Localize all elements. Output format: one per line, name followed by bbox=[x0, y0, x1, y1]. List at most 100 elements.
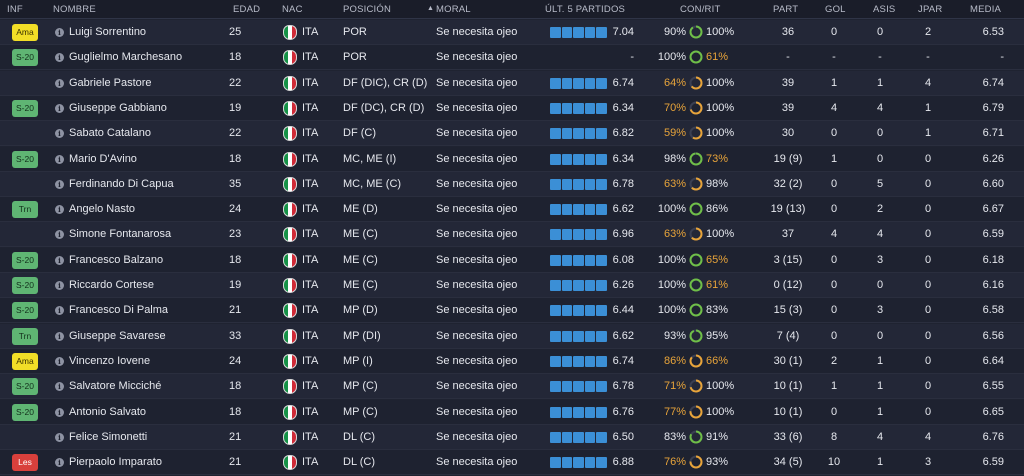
col-header-part[interactable]: PART bbox=[773, 4, 798, 15]
status-badge[interactable]: S-20 bbox=[12, 378, 38, 396]
status-badge[interactable]: S-20 bbox=[12, 277, 38, 294]
italy-flag-icon bbox=[283, 252, 297, 268]
status-badge[interactable]: S-20 bbox=[12, 251, 38, 269]
player-name[interactable]: Sabato Catalano bbox=[69, 121, 229, 146]
average-rating: 6.59 bbox=[982, 456, 1004, 469]
info-icon[interactable]: i bbox=[55, 103, 64, 113]
condition-ring-icon bbox=[689, 354, 703, 368]
player-name[interactable]: Simone Fontanarosa bbox=[69, 222, 229, 247]
col-header-jpar[interactable]: JPAR bbox=[918, 4, 942, 15]
table-row[interactable]: Ama i Vincenzo Iovene 24 ITA MP (I) Se necesit… bbox=[0, 348, 1024, 374]
info-icon[interactable]: i bbox=[55, 129, 64, 139]
assists: 3 bbox=[876, 253, 884, 266]
info-icon[interactable]: i bbox=[55, 458, 64, 468]
status-badge[interactable]: S-20 bbox=[12, 302, 38, 320]
player-name[interactable]: Vincenzo Iovene bbox=[69, 349, 229, 374]
player-name[interactable]: Mario D'Avino bbox=[69, 147, 229, 172]
status-badge[interactable]: S-20 bbox=[12, 49, 38, 67]
info-icon[interactable]: i bbox=[55, 78, 64, 88]
info-icon[interactable]: i bbox=[55, 306, 64, 316]
player-of-match: 0 bbox=[924, 304, 932, 317]
table-row[interactable]: S-20 i Riccardo Cortese 19 ITA ME (C) Se neces… bbox=[0, 273, 1024, 298]
info-icon[interactable]: i bbox=[55, 281, 64, 290]
table-row[interactable]: S-20 i Giuseppe Gabbiano 19 ITA DF (DC), CR (… bbox=[0, 95, 1024, 121]
appearances: 30 (1) bbox=[773, 354, 803, 367]
player-name[interactable]: Felice Simonetti bbox=[69, 425, 229, 450]
col-header-gol[interactable]: GOL bbox=[825, 4, 846, 15]
status-badge[interactable]: S-20 bbox=[12, 150, 38, 168]
info-icon[interactable]: i bbox=[55, 230, 64, 240]
info-icon[interactable]: i bbox=[55, 154, 64, 164]
player-name[interactable]: Gabriele Pastore bbox=[69, 71, 229, 96]
player-name[interactable]: Luigi Sorrentino bbox=[69, 20, 229, 45]
col-header-nombre[interactable]: NOMBRE bbox=[53, 4, 96, 15]
player-name[interactable]: Salvatore Micciché bbox=[69, 374, 229, 399]
info-icon[interactable]: i bbox=[55, 331, 64, 341]
player-position: DL (C) bbox=[343, 456, 375, 469]
col-header-asis[interactable]: ASIS bbox=[873, 4, 895, 15]
info-icon[interactable]: i bbox=[55, 205, 64, 215]
table-row[interactable]: S-20 i Guglielmo Marchesano 18 ITA POR Se nece… bbox=[0, 45, 1024, 71]
table-row[interactable]: Trn i Giuseppe Savarese 33 ITA MP (DI) Se nece… bbox=[0, 323, 1024, 349]
player-name[interactable]: Pierpaolo Imparato bbox=[69, 450, 229, 475]
table-row[interactable]: Trn i Angelo Nasto 24 ITA ME (D) Se necesita o… bbox=[0, 197, 1024, 223]
col-header-ult5[interactable]: ÚLT. 5 PARTIDOS bbox=[545, 4, 625, 15]
status-badge[interactable]: Trn bbox=[12, 327, 38, 345]
match-sharpness-value: 65% bbox=[706, 253, 729, 266]
assists: 0 bbox=[876, 279, 884, 291]
status-badge[interactable]: S-20 bbox=[12, 403, 38, 421]
player-of-match: 3 bbox=[924, 456, 932, 469]
info-icon[interactable]: i bbox=[55, 356, 64, 366]
player-name[interactable]: Guglielmo Marchesano bbox=[69, 45, 229, 70]
player-name[interactable]: Ferdinando Di Capua bbox=[69, 172, 229, 197]
col-header-posicion[interactable]: POSICIÓN bbox=[343, 4, 391, 15]
table-row[interactable]: S-20 i Mario D'Avino 18 ITA MC, ME (I) Se nece… bbox=[0, 146, 1024, 172]
col-header-inf[interactable]: INF bbox=[7, 4, 23, 15]
table-row[interactable]: S-20 i Salvatore Micciché 18 ITA MP (C) Se nec… bbox=[0, 374, 1024, 400]
goals: 8 bbox=[830, 430, 838, 443]
info-icon[interactable]: i bbox=[55, 382, 64, 392]
goals: 4 bbox=[830, 228, 838, 241]
status-badge[interactable]: Trn bbox=[12, 201, 38, 219]
table-row[interactable]: i Gabriele Pastore 22 ITA DF (DIC), CR (D) Se… bbox=[0, 70, 1024, 96]
info-icon[interactable]: i bbox=[55, 407, 64, 417]
player-name[interactable]: Angelo Nasto bbox=[69, 197, 229, 222]
col-header-media[interactable]: MEDIA bbox=[970, 4, 1001, 15]
player-of-match: 2 bbox=[924, 26, 932, 38]
col-header-nac[interactable]: NAC bbox=[282, 4, 303, 15]
table-row[interactable]: i Ferdinando Di Capua 35 ITA MC, ME (C) Se ne… bbox=[0, 171, 1024, 197]
italy-flag-icon bbox=[283, 151, 297, 167]
info-icon[interactable]: i bbox=[55, 179, 64, 189]
player-name[interactable]: Giuseppe Savarese bbox=[69, 324, 229, 349]
col-header-moral[interactable]: MORAL bbox=[436, 4, 471, 15]
col-header-edad[interactable]: EDAD bbox=[233, 4, 260, 15]
table-row[interactable]: i Simone Fontanarosa 23 ITA ME (C) Se necesit… bbox=[0, 222, 1024, 248]
condition-ring-icon bbox=[689, 76, 703, 90]
player-name[interactable]: Francesco Balzano bbox=[69, 248, 229, 273]
status-badge[interactable]: S-20 bbox=[12, 99, 38, 117]
player-nationality: ITA bbox=[302, 380, 319, 393]
player-name[interactable]: Riccardo Cortese bbox=[69, 273, 229, 298]
table-row[interactable]: S-20 i Antonio Salvato 18 ITA MP (C) Se necesi… bbox=[0, 399, 1024, 425]
table-row[interactable]: S-20 i Francesco Di Palma 21 ITA MP (D) Se nec… bbox=[0, 298, 1024, 324]
table-row[interactable]: Ama i Luigi Sorrentino 25 ITA POR Se necesita … bbox=[0, 20, 1024, 45]
info-icon[interactable]: i bbox=[55, 28, 64, 37]
player-name[interactable]: Francesco Di Palma bbox=[69, 298, 229, 323]
italy-flag-icon bbox=[283, 429, 297, 445]
info-icon[interactable]: i bbox=[55, 432, 64, 442]
col-header-conrit[interactable]: CON/RIT bbox=[680, 4, 720, 15]
status-badge[interactable]: Les bbox=[12, 454, 38, 472]
status-badge[interactable]: Ama bbox=[12, 352, 38, 370]
table-row[interactable]: S-20 i Francesco Balzano 18 ITA ME (C) Se nece… bbox=[0, 247, 1024, 273]
info-icon[interactable]: i bbox=[55, 255, 64, 265]
goals: 10 bbox=[827, 456, 841, 469]
info-icon[interactable]: i bbox=[55, 53, 64, 63]
player-name[interactable]: Giuseppe Gabbiano bbox=[69, 96, 229, 121]
table-row[interactable]: i Felice Simonetti 21 ITA DL (C) Se necesita … bbox=[0, 424, 1024, 450]
status-badge[interactable]: Ama bbox=[12, 24, 38, 41]
player-name[interactable]: Antonio Salvato bbox=[69, 400, 229, 425]
table-row[interactable]: Les i Pierpaolo Imparato 21 ITA DL (C) Se nece… bbox=[0, 450, 1024, 476]
condition-ring-icon bbox=[689, 25, 703, 39]
table-row[interactable]: i Sabato Catalano 22 ITA DF (C) Se necesita o… bbox=[0, 121, 1024, 147]
player-of-match: 4 bbox=[924, 430, 932, 443]
